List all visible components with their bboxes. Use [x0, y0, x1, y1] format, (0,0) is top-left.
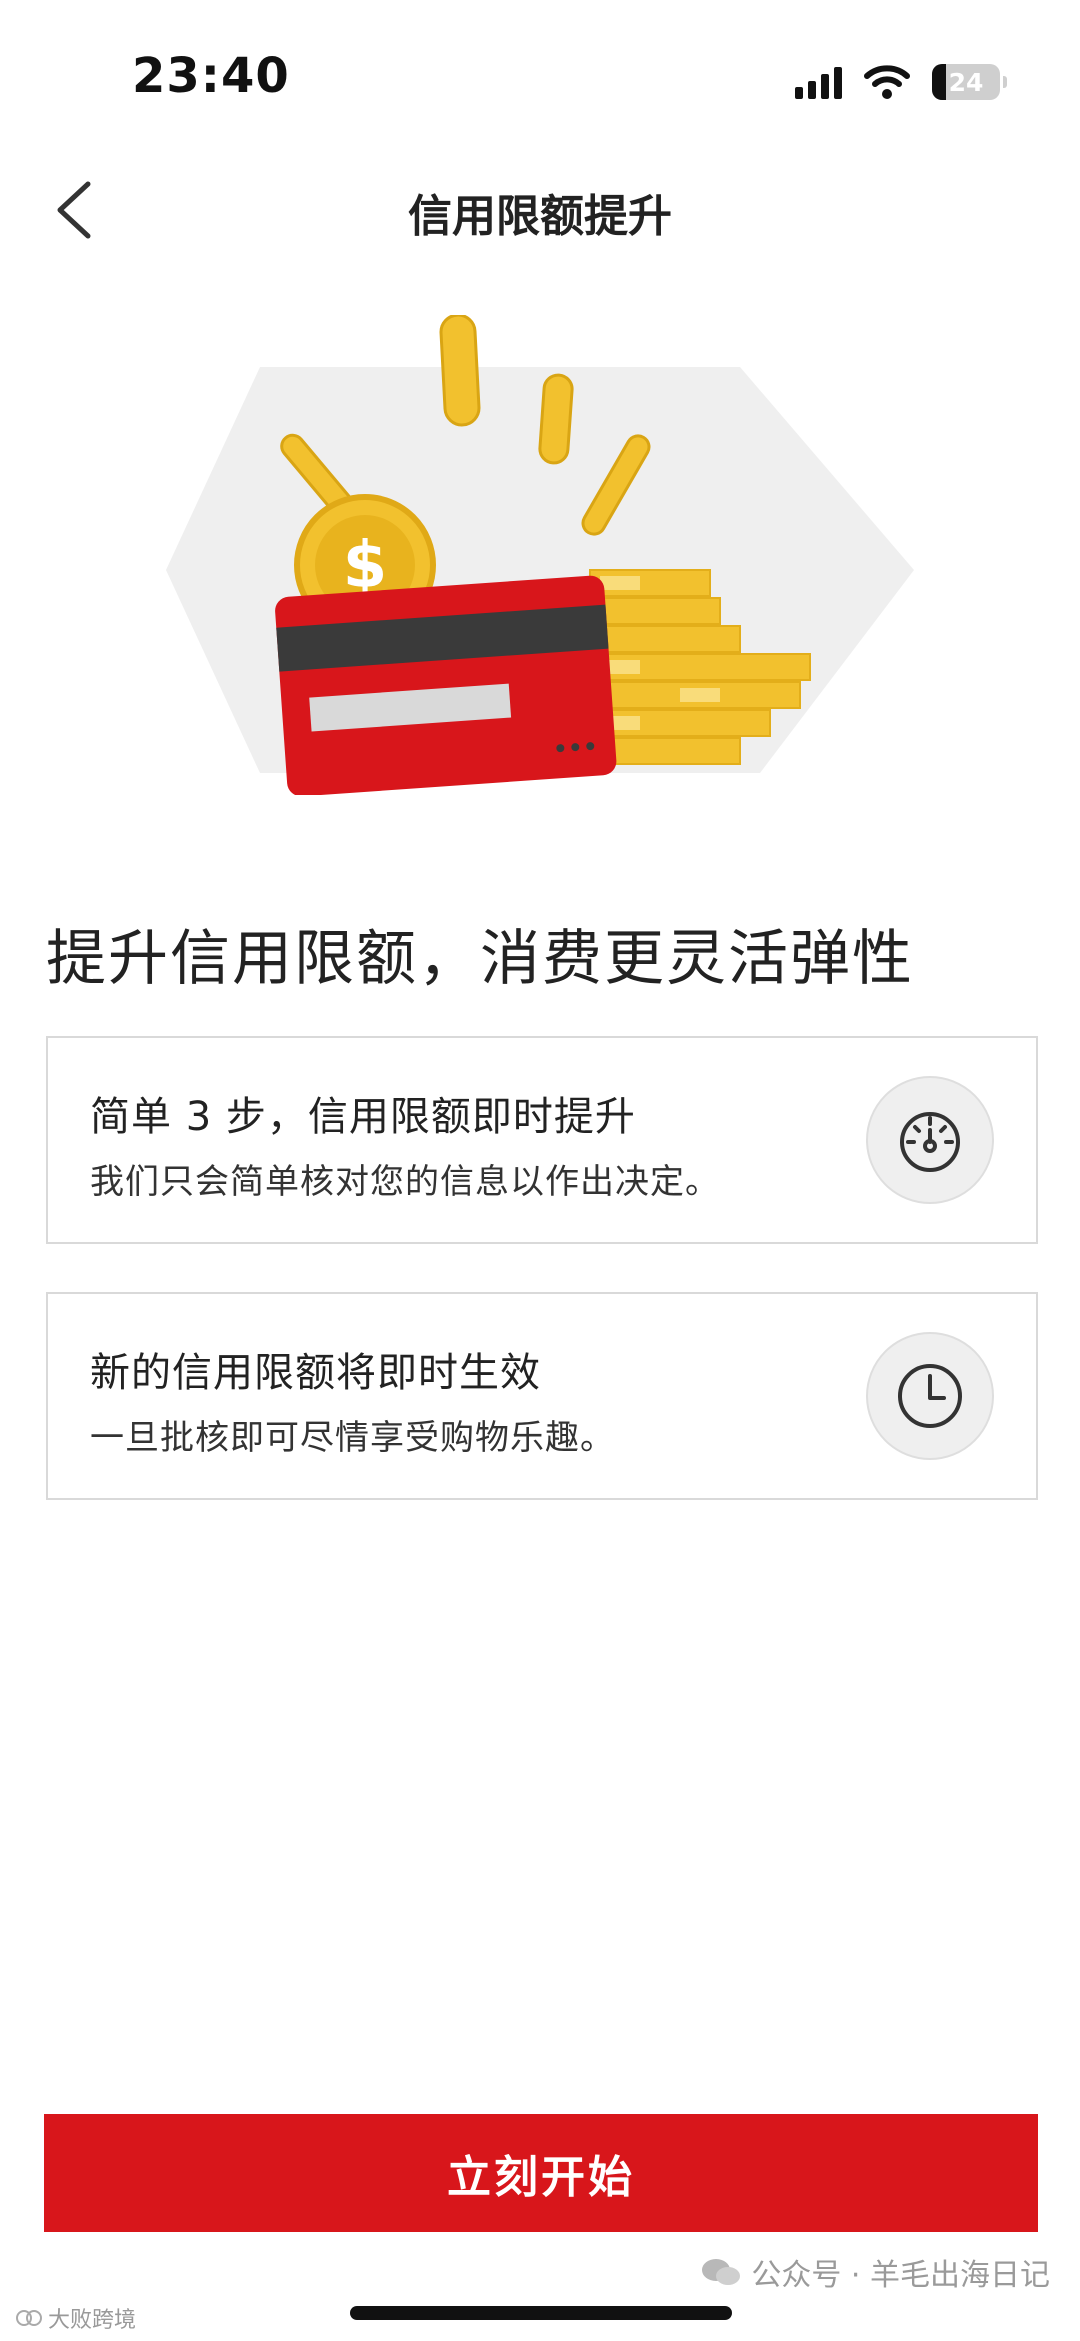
watermark-right: 公众号 · 羊毛出海日记 [701, 2250, 1050, 2294]
home-indicator[interactable] [350, 2306, 732, 2320]
watermark-left: 大败跨境 [16, 2302, 136, 2334]
watermark-logo-icon [16, 2310, 42, 2326]
watermark-right-text: 公众号 · 羊毛出海日记 [751, 2258, 1050, 2293]
feature-desc: 我们只会简单核对您的信息以作出决定。 [90, 1162, 720, 1202]
screen: 23:40 24 信用限额提升 $ 提升信用限额，消费更灵活弹性 简单 3 步，… [0, 0, 1080, 2341]
battery-icon: 24 [932, 64, 1007, 100]
speedometer-icon [866, 1076, 994, 1204]
wechat-icon [702, 2259, 741, 2285]
start-button[interactable]: 立刻开始 [44, 2114, 1038, 2232]
feature-title: 新的信用限额将即时生效 [90, 1350, 541, 1396]
feature-card-instant: 新的信用限额将即时生效 一旦批核即可尽情享受购物乐趣。 [46, 1292, 1038, 1500]
feature-title: 简单 3 步，信用限额即时提升 [90, 1094, 636, 1140]
status-time: 23:40 [132, 48, 290, 104]
page-title: 信用限额提升 [408, 191, 672, 242]
status-bar: 23:40 24 [0, 0, 1080, 150]
headline: 提升信用限额，消费更灵活弹性 [46, 924, 914, 994]
clock-icon [866, 1332, 994, 1460]
wifi-icon [864, 65, 910, 99]
feature-card-steps: 简单 3 步，信用限额即时提升 我们只会简单核对您的信息以作出决定。 [46, 1036, 1038, 1244]
feature-desc: 一旦批核即可尽情享受购物乐趣。 [90, 1418, 615, 1458]
signal-icon [795, 65, 842, 99]
hero-illustration: $ [160, 313, 920, 797]
nav-bar: 信用限额提升 [0, 150, 1080, 270]
credit-card-coins-illustration: $ [166, 313, 914, 797]
battery-level: 24 [948, 67, 984, 97]
status-icons: 24 [795, 60, 1007, 104]
watermark-left-text: 大败跨境 [48, 2308, 137, 2333]
